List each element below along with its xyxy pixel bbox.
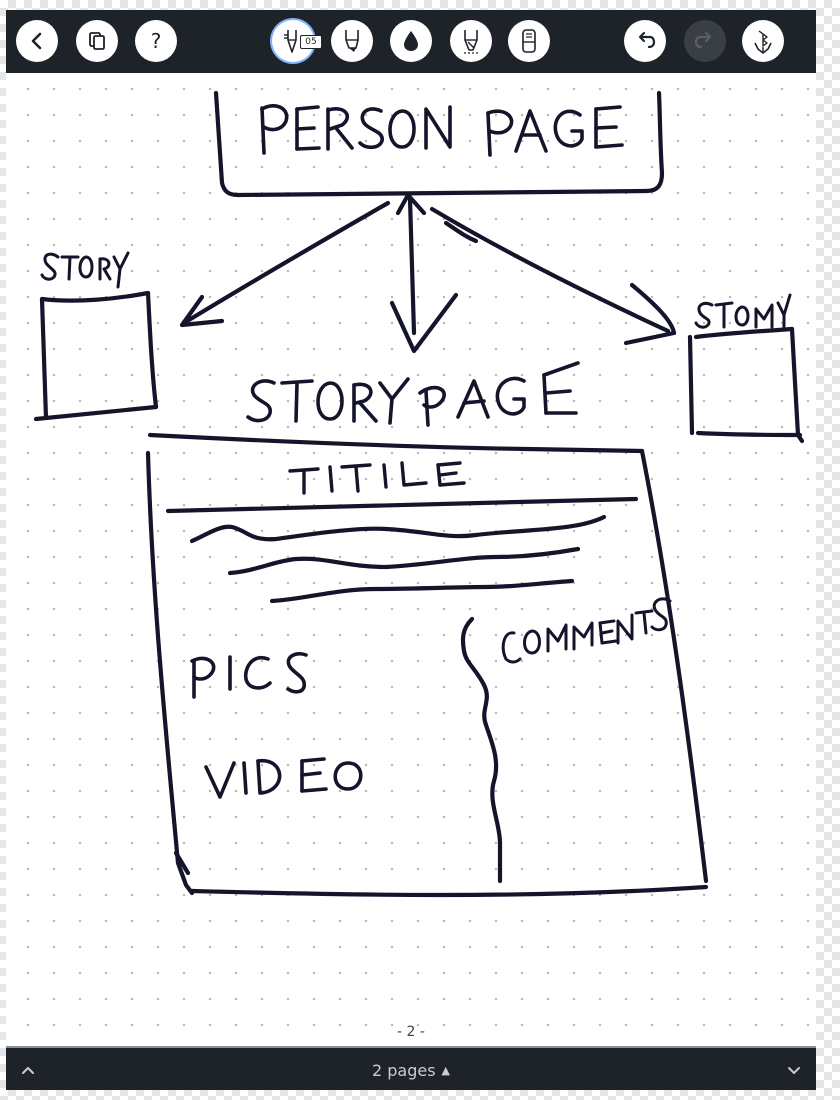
chevron-left-icon — [31, 32, 42, 50]
sketch-layer — [33, 90, 805, 898]
pages-toggle-button[interactable]: 2 pages ▲ — [306, 1058, 516, 1082]
pen-size-badge: 05 — [300, 35, 322, 49]
page-number: - 2 - — [397, 1024, 425, 1040]
pen-connection-button[interactable] — [742, 20, 784, 62]
bottom-bar: 2 pages ▲ — [6, 1046, 816, 1090]
pages-button[interactable] — [76, 20, 118, 62]
eraser-icon — [522, 29, 536, 53]
comments-divider — [460, 616, 503, 884]
undo-button[interactable] — [624, 20, 666, 62]
comments-handwriting — [501, 597, 672, 664]
bluetooth-pen-icon — [754, 30, 772, 54]
right-story-handwriting — [694, 293, 792, 329]
help-button[interactable]: ? — [135, 20, 177, 62]
highlighter-icon — [464, 30, 478, 54]
body-scribble-lines — [165, 496, 639, 604]
chevron-up-icon[interactable] — [18, 1060, 38, 1080]
arrow-to-right-story — [429, 206, 677, 346]
marker-icon — [345, 30, 359, 52]
person-page-handwriting — [260, 104, 624, 157]
eraser-button[interactable] — [508, 20, 550, 62]
right-story-box — [687, 326, 805, 444]
arrow-to-left-story — [179, 200, 391, 328]
fineliner-pen-button[interactable]: 05 — [272, 20, 322, 62]
help-icon: ? — [150, 29, 162, 53]
undo-icon — [638, 31, 656, 49]
chevron-down-icon[interactable] — [784, 1060, 804, 1080]
redo-button[interactable] — [684, 20, 726, 62]
redo-icon — [694, 31, 712, 49]
left-story-handwriting — [40, 251, 130, 289]
ink-color-drop-icon — [404, 31, 418, 51]
pages-count-label: 2 pages — [371, 1060, 436, 1080]
left-story-box — [33, 290, 159, 422]
highlighter-button[interactable] — [450, 20, 492, 62]
marker-button[interactable] — [331, 20, 373, 62]
title-handwriting — [288, 461, 466, 495]
ink-color-button[interactable] — [390, 20, 432, 62]
drawing-canvas[interactable] — [6, 73, 816, 1045]
caret-up-icon: ▲ — [441, 1063, 451, 1077]
copy-pages-icon — [89, 32, 105, 50]
video-handwriting — [204, 757, 363, 799]
top-toolbar: ? 05 — [6, 10, 816, 73]
note-app: ? 05 - 2 - 2 pages ▲ — [6, 10, 816, 1090]
story-page-handwriting — [246, 361, 580, 427]
back-button[interactable] — [16, 20, 58, 62]
pics-handwriting — [190, 651, 308, 699]
